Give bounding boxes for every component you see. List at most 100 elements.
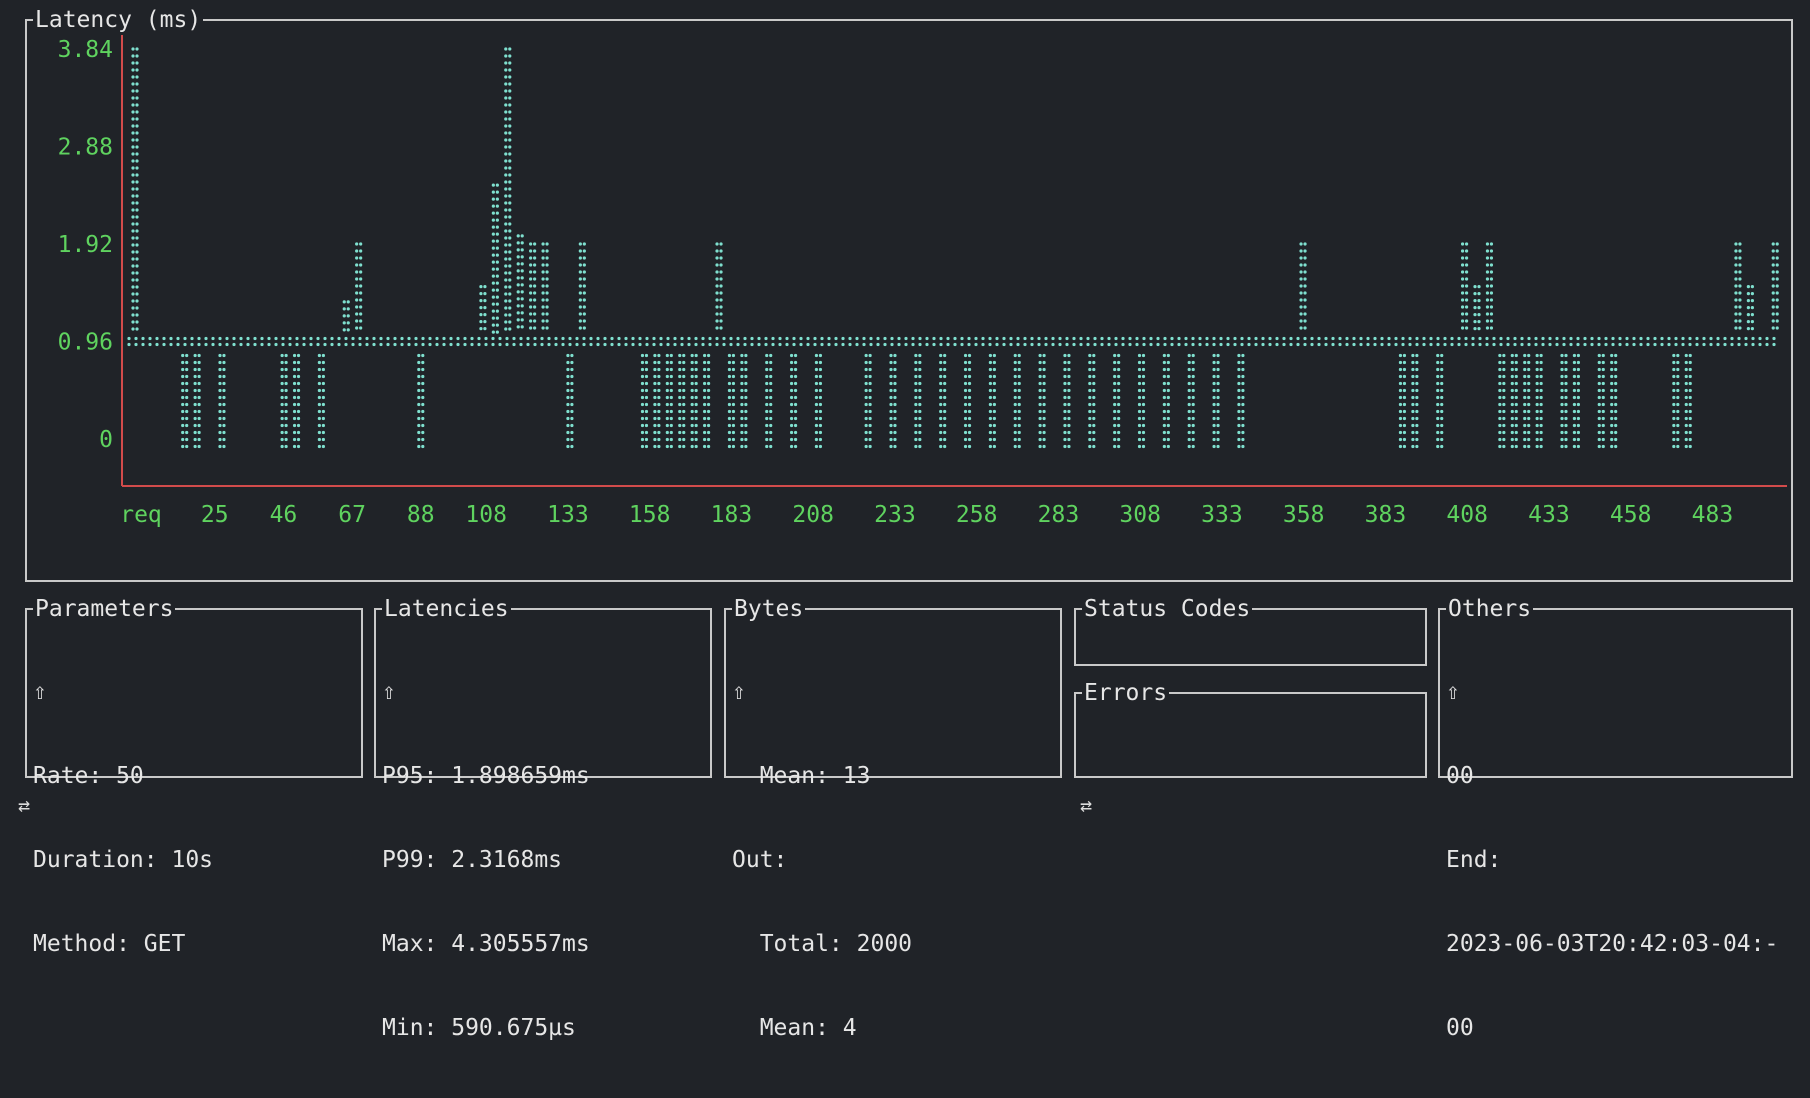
baseline-dot	[463, 336, 467, 341]
baseline-dot	[414, 336, 418, 341]
swap-icon-right[interactable]: ⇄	[1080, 793, 1092, 817]
baseline-dot	[1233, 342, 1237, 347]
baseline-dot	[736, 336, 740, 341]
latencies-up-icon[interactable]: ⇧	[382, 678, 590, 706]
baseline-dot	[1121, 342, 1125, 347]
latency-bar	[1088, 353, 1096, 449]
baseline-dot	[1590, 336, 1594, 341]
baseline-dot	[1457, 342, 1461, 347]
baseline-dot	[1555, 336, 1559, 341]
baseline-dot	[659, 336, 663, 341]
baseline-dot	[1044, 342, 1048, 347]
swap-icon-left[interactable]: ⇄	[18, 793, 30, 817]
baseline-dot	[1359, 336, 1363, 341]
latency-bar	[914, 353, 922, 449]
baseline-dot	[624, 336, 628, 341]
baseline-dot	[806, 336, 810, 341]
baseline-dot	[1723, 342, 1727, 347]
baseline-dot	[379, 342, 383, 347]
baseline-dot	[645, 342, 649, 347]
baseline-dot	[309, 342, 313, 347]
baseline-dot	[477, 342, 481, 347]
baseline-dot	[722, 336, 726, 341]
baseline-dot	[421, 336, 425, 341]
bytes-up-icon[interactable]: ⇧	[732, 678, 912, 706]
baseline-dot	[827, 342, 831, 347]
baseline-dot	[876, 336, 880, 341]
baseline-dot	[1373, 342, 1377, 347]
baseline-dot	[848, 336, 852, 341]
bytes-lines: ⇧ Mean: 13 Out: Total: 2000 Mean: 4	[732, 622, 912, 1098]
baseline-dot	[582, 336, 586, 341]
baseline-dot	[309, 336, 313, 341]
baseline-dot	[337, 342, 341, 347]
baseline-dot	[1464, 342, 1468, 347]
latencies-min: Min: 590.675µs	[382, 1015, 576, 1041]
latency-bar	[1746, 285, 1754, 331]
baseline-dot	[1324, 342, 1328, 347]
baseline-dot	[995, 342, 999, 347]
latency-bar	[690, 353, 698, 449]
baseline-dot	[484, 336, 488, 341]
baseline-dot	[1583, 336, 1587, 341]
baseline-dot	[1646, 342, 1650, 347]
baseline-dot	[1562, 342, 1566, 347]
baseline-dot	[1758, 342, 1762, 347]
latency-bar	[665, 353, 673, 449]
latency-chart-panel: Latency (ms) 3.84 2.88 1.92 0.96 0 req 25 46 67 8…	[25, 7, 1793, 582]
latency-bar	[789, 353, 798, 449]
baseline-dot	[204, 342, 208, 347]
x-tick-label: 308	[1119, 502, 1161, 528]
baseline-dot	[918, 342, 922, 347]
baseline-dot	[1373, 336, 1377, 341]
baseline-dot	[967, 342, 971, 347]
baseline-dot	[1240, 336, 1244, 341]
baseline-dot	[869, 342, 873, 347]
baseline-dot	[603, 336, 607, 341]
baseline-dot	[1310, 342, 1314, 347]
others-end-tail: 00	[1446, 1015, 1474, 1041]
baseline-dot	[1009, 342, 1013, 347]
baseline-dot	[134, 342, 138, 347]
latency-bar	[1398, 353, 1407, 449]
baseline-dot	[400, 336, 404, 341]
baseline-dot	[1345, 336, 1349, 341]
latency-bar	[1498, 353, 1506, 449]
latencies-max: Max: 4.305557ms	[382, 931, 590, 957]
latency-bar	[292, 353, 301, 449]
baseline-dot	[1485, 342, 1489, 347]
x-tick-label: req	[120, 502, 162, 528]
baseline-dot	[1660, 336, 1664, 341]
baseline-dot	[1667, 342, 1671, 347]
baseline-dot	[1261, 342, 1265, 347]
baseline-dot	[1772, 342, 1776, 347]
baseline-dot	[694, 342, 698, 347]
baseline-dot	[883, 336, 887, 341]
parameters-up-icon[interactable]: ⇧	[33, 678, 213, 706]
baseline-dot	[435, 342, 439, 347]
latency-bar	[1237, 353, 1245, 449]
baseline-dot	[1499, 336, 1503, 341]
baseline-dot	[1632, 336, 1636, 341]
latency-chart: 3.84 2.88 1.92 0.96 0 req 25 46 67 88 108 133 158 183…	[58, 35, 1787, 528]
latency-bar	[1013, 353, 1021, 449]
baseline-dot	[1086, 342, 1090, 347]
baseline-dot	[1079, 342, 1083, 347]
others-up-icon[interactable]: ⇧	[1446, 678, 1778, 706]
baseline-dot	[547, 342, 551, 347]
baseline-dot	[1359, 342, 1363, 347]
baseline-dot	[1520, 342, 1524, 347]
baseline-dot	[1695, 342, 1699, 347]
latency-bar	[1460, 242, 1469, 330]
latency-bar	[1510, 353, 1518, 449]
baseline-dot	[988, 336, 992, 341]
others-end-label: End:	[1446, 847, 1502, 873]
baseline-dot	[589, 336, 593, 341]
latency-bar	[814, 353, 823, 449]
baseline-dot	[330, 336, 334, 341]
baseline-dot	[358, 336, 362, 341]
baseline-dot	[554, 336, 558, 341]
parameters-duration: Duration: 10s	[33, 847, 214, 873]
baseline-dot	[1191, 336, 1195, 341]
x-tick-label: 88	[407, 502, 435, 528]
